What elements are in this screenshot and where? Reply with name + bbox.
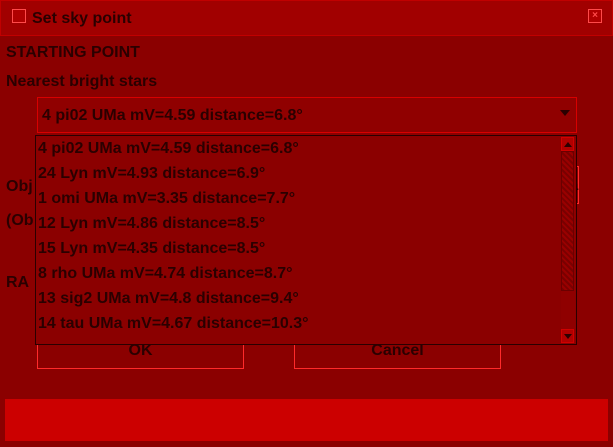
status-bar — [5, 399, 608, 441]
list-item[interactable]: 1 omi UMa mV=3.35 distance=7.7° — [38, 190, 295, 215]
list-item[interactable]: 15 Lyn mV=4.35 distance=8.5° — [38, 240, 265, 265]
dropdown-scrollbar[interactable] — [561, 137, 575, 343]
scroll-down-icon[interactable] — [561, 329, 574, 343]
ra-label: RA — [6, 274, 30, 291]
list-item[interactable]: 24 Lyn mV=4.93 distance=6.9° — [38, 165, 265, 190]
window-menu-icon[interactable] — [12, 9, 26, 23]
nearest-bright-stars-label: Nearest bright stars — [6, 73, 158, 90]
object-label: Obj — [6, 178, 33, 195]
chevron-down-icon[interactable] — [560, 110, 570, 116]
stars-dropdown-list[interactable]: 4 pi02 UMa mV=4.59 distance=6.8° 24 Lyn … — [35, 135, 577, 345]
title-bar: Set sky point × — [0, 0, 613, 36]
list-item[interactable]: 12 Lyn mV=4.86 distance=8.5° — [38, 215, 265, 240]
starting-point-heading: STARTING POINT — [6, 44, 140, 61]
list-item[interactable]: 14 tau UMa mV=4.67 distance=10.3° — [38, 315, 309, 340]
list-item[interactable]: 8 rho UMa mV=4.74 distance=8.7° — [38, 265, 293, 290]
scroll-thumb[interactable] — [561, 151, 574, 291]
list-item[interactable]: 4 pi02 UMa mV=4.59 distance=6.8° — [38, 140, 299, 165]
selected-star-value: 4 pi02 UMa mV=4.59 distance=6.8° — [42, 107, 303, 124]
scroll-up-icon[interactable] — [561, 137, 574, 151]
nearest-stars-select[interactable]: 4 pi02 UMa mV=4.59 distance=6.8° — [37, 97, 577, 133]
window-title: Set sky point — [32, 10, 132, 27]
list-item[interactable]: 13 sig2 UMa mV=4.8 distance=9.4° — [38, 290, 299, 315]
object-sub-label: (Ob — [6, 212, 34, 229]
close-icon[interactable]: × — [588, 9, 602, 23]
